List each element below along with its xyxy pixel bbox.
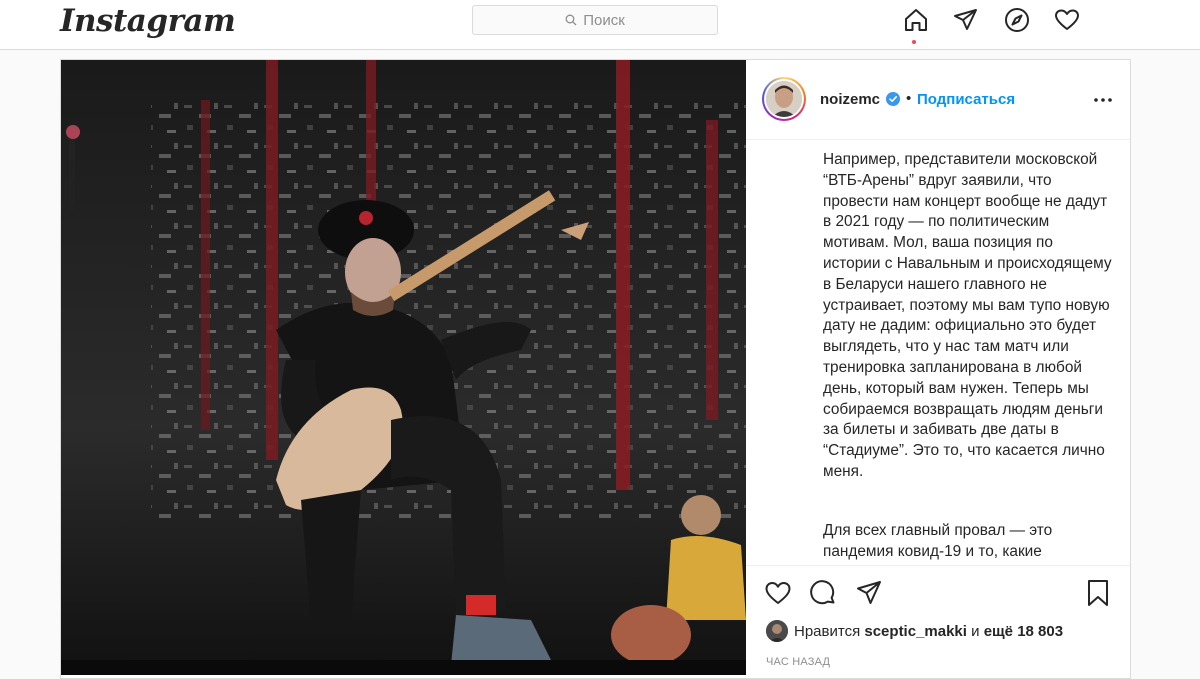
share-icon[interactable] (854, 578, 884, 608)
search-input[interactable]: Поиск (472, 5, 718, 35)
likes-conjunction: и (971, 622, 980, 640)
search-placeholder: Поиск (583, 11, 625, 29)
author-avatar[interactable] (762, 77, 806, 121)
liker-username[interactable]: sceptic_makki (864, 623, 967, 640)
post-actions: Нравится sceptic_makki и ещё 18 803 ЧАС … (746, 565, 1130, 675)
like-icon[interactable] (763, 578, 793, 608)
caption-paragraph-2: Для всех главный провал — это пандемия к… (823, 522, 1053, 560)
more-options-icon[interactable] (1091, 88, 1115, 112)
search-icon (565, 14, 577, 26)
activity-icon[interactable] (1053, 6, 1081, 34)
separator-dot: • (906, 90, 912, 107)
liker-avatar[interactable] (766, 620, 788, 642)
save-bookmark-icon[interactable] (1083, 578, 1113, 608)
post-photo[interactable] (61, 60, 746, 675)
home-icon[interactable] (902, 6, 930, 34)
instagram-logo[interactable]: Instagram (60, 3, 236, 39)
post-header: noizemc • Подписаться (746, 60, 1130, 140)
direct-icon[interactable] (952, 6, 980, 34)
comment-icon[interactable] (808, 578, 838, 608)
verified-badge-icon (886, 92, 900, 106)
likes-prefix: Нравится (794, 622, 861, 640)
caption-paragraph-1: Например, представители московской “ВТБ-… (823, 151, 1112, 480)
post-timestamp[interactable]: ЧАС НАЗАД (766, 656, 830, 668)
follow-button[interactable]: Подписаться (917, 91, 1015, 108)
explore-icon[interactable] (1003, 6, 1031, 34)
home-notification-dot (912, 40, 916, 44)
author-username[interactable]: noizemc (820, 91, 880, 108)
likes-count[interactable]: ещё 18 803 (984, 623, 1063, 640)
post-caption: Например, представители московской “ВТБ-… (746, 141, 1130, 566)
concert-photo-illustration (61, 60, 746, 675)
likes-summary: Нравится sceptic_makki и ещё 18 803 (766, 620, 1063, 642)
